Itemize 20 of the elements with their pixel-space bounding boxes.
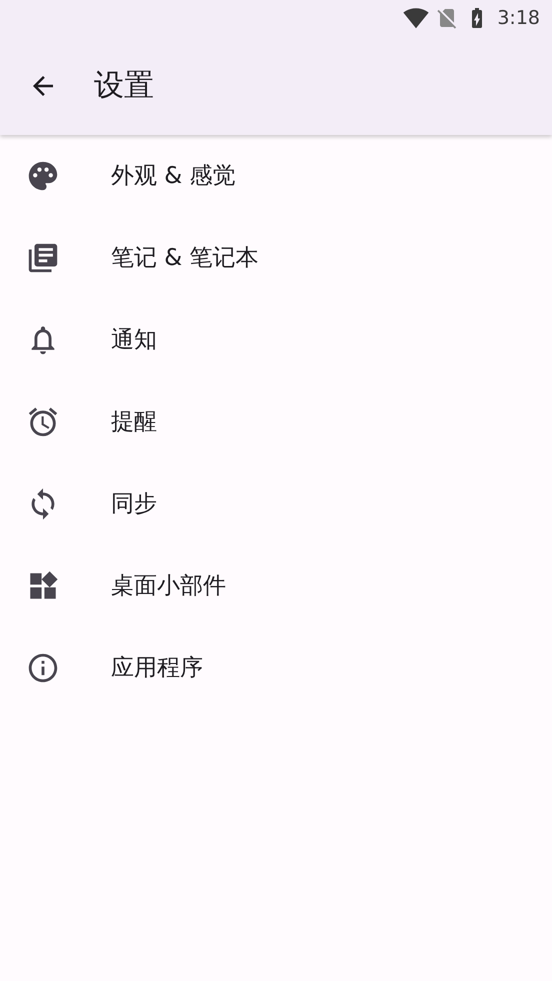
palette-icon	[26, 159, 60, 193]
info-icon	[26, 651, 60, 685]
item-label: 桌面小部件	[111, 572, 226, 601]
item-label: 提醒	[111, 408, 157, 437]
alarm-clock-icon	[26, 405, 60, 439]
settings-item[interactable]: 笔记 & 笔记本	[0, 217, 552, 299]
item-label: 笔记 & 笔记本	[111, 244, 259, 273]
settings-item[interactable]: 提醒	[0, 381, 552, 463]
notes-icon	[26, 241, 60, 275]
item-label: 同步	[111, 490, 157, 519]
settings-item[interactable]: 应用程序	[0, 627, 552, 709]
settings-item[interactable]: 通知	[0, 299, 552, 381]
item-label: 应用程序	[111, 654, 203, 683]
settings-item[interactable]: 桌面小部件	[0, 545, 552, 627]
page-title: 设置	[94, 67, 154, 105]
item-label: 外观 & 感觉	[111, 162, 236, 191]
clock-time: 3:18	[497, 6, 540, 31]
item-label: 通知	[111, 326, 157, 355]
settings-item[interactable]: 同步	[0, 463, 552, 545]
settings-item[interactable]: 外观 & 感觉	[0, 135, 552, 217]
